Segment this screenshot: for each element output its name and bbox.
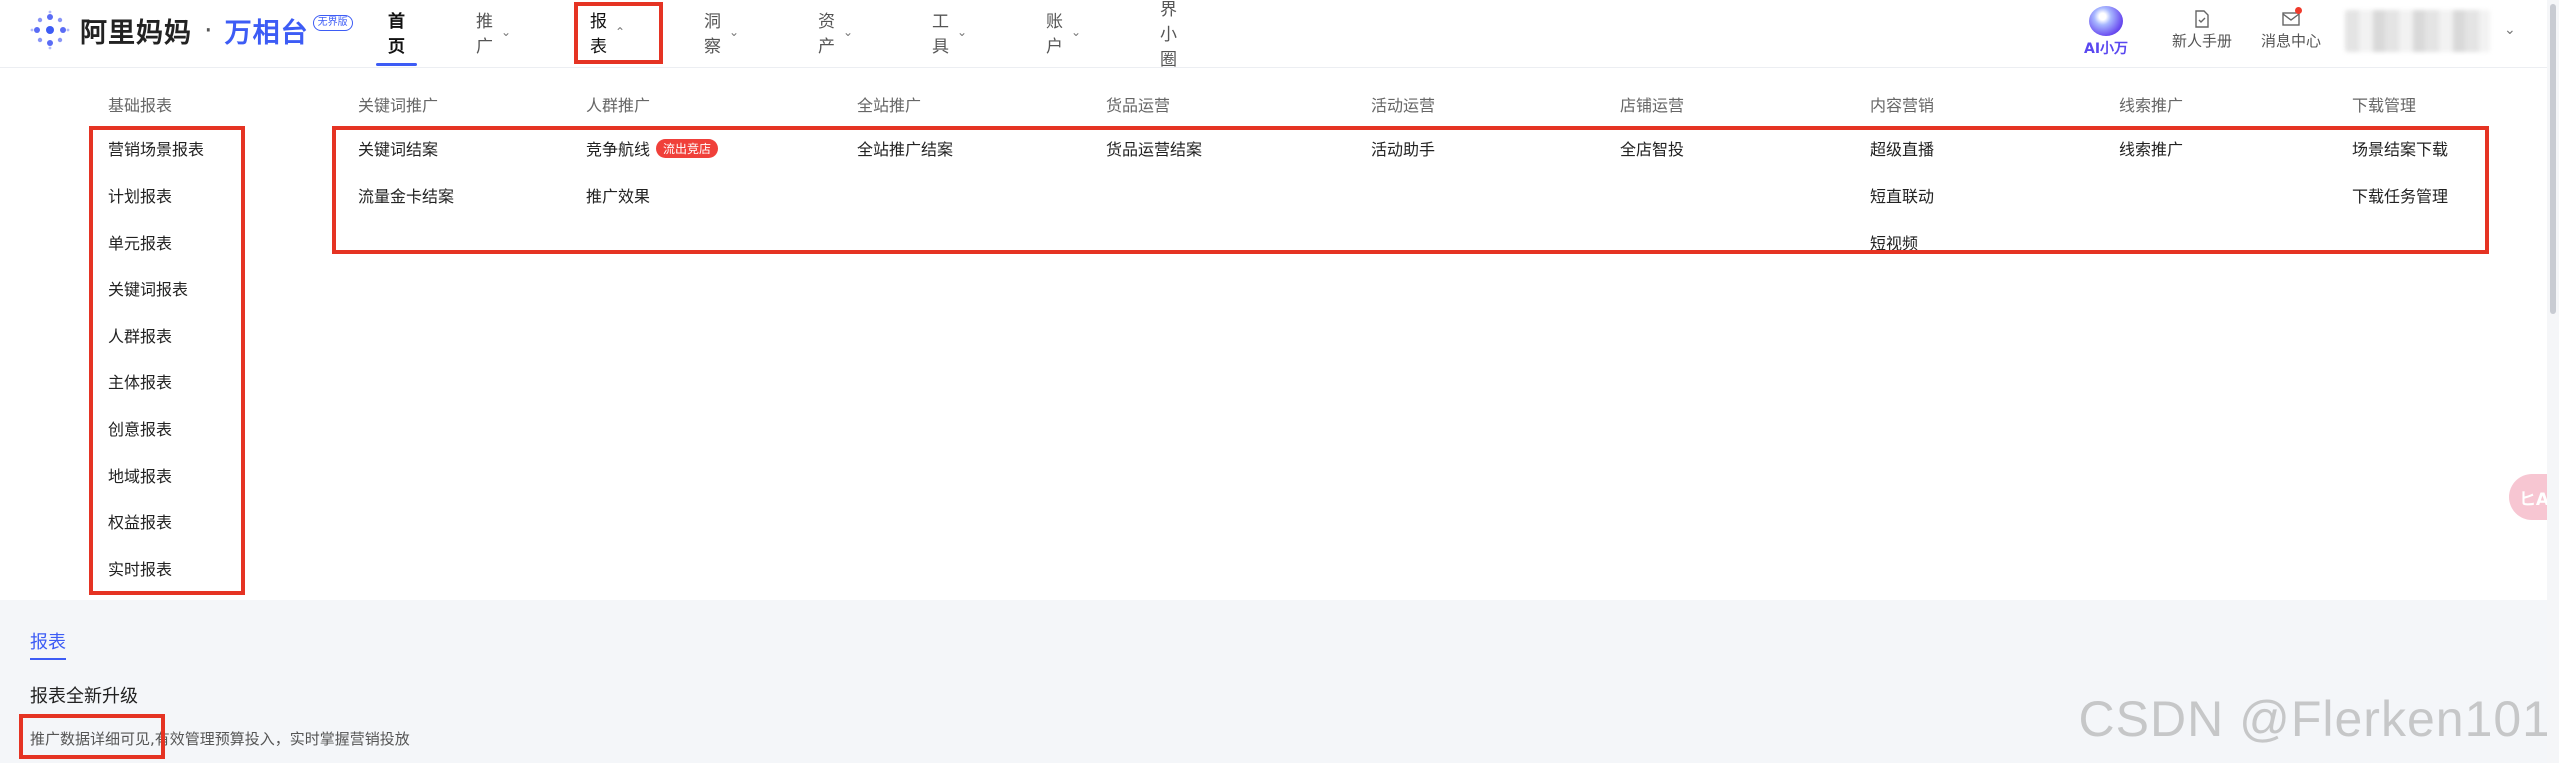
reports-highlight-box	[574, 2, 663, 64]
edition-badge: 无界版	[312, 15, 353, 31]
nav-circle-label: 界小圈	[1160, 0, 1177, 70]
brand-name: 阿里妈妈	[80, 17, 192, 49]
tab-indicator	[30, 658, 66, 660]
document-icon	[2191, 8, 2213, 30]
column-header-keyword: 关键词推广	[358, 96, 439, 115]
column-header-site: 全站推广	[857, 96, 922, 115]
message-center-button[interactable]: 消息中心	[2261, 7, 2322, 51]
ai-orb-icon	[2089, 6, 2124, 36]
chevron-down-icon[interactable]: ⌄	[2504, 22, 2516, 38]
column-header-leads: 线索推广	[2119, 96, 2184, 115]
tab-reports[interactable]: 报表	[30, 628, 66, 654]
column-header-content: 内容营销	[1870, 96, 1935, 115]
nav-account[interactable]: 账户 ⌄	[1046, 0, 1081, 64]
nav-promotion[interactable]: 推广 ⌄	[476, 0, 511, 64]
nav-insight-label: 洞察	[704, 12, 721, 57]
chevron-down-icon: ⌄	[957, 25, 968, 39]
message-center-label: 消息中心	[2261, 32, 2322, 50]
nav-assets-label: 资产	[818, 12, 835, 57]
chevron-down-icon: ⌄	[501, 25, 512, 39]
watermark: CSDN @Flerken101	[2078, 691, 2551, 747]
newbie-manual-label: 新人手册	[2172, 32, 2233, 50]
translate-icon: ヒA	[2518, 489, 2550, 510]
column-header-basic: 基础报表	[108, 96, 173, 115]
nav-home-label: 首页	[388, 12, 405, 57]
chevron-down-icon: ⌄	[843, 25, 854, 39]
nav-home[interactable]: 首页	[376, 0, 417, 66]
alimama-logo-icon	[30, 10, 70, 50]
nav-account-label: 账户	[1046, 12, 1063, 57]
ai-assistant-label: AI小万	[2084, 41, 2129, 57]
nav-insight[interactable]: 洞察 ⌄	[704, 0, 739, 64]
page-title: 报表全新升级	[30, 686, 138, 707]
column-header-store: 店铺运营	[1620, 96, 1685, 115]
column-header-activity: 活动运营	[1371, 96, 1436, 115]
reports-dropdown-panel: 基础报表 营销场景报表 计划报表 单元报表 关键词报表 人群报表 主体报表 创意…	[0, 70, 2547, 600]
nav-tools[interactable]: 工具 ⌄	[932, 0, 967, 64]
nav-tools-label: 工具	[932, 12, 949, 57]
category-reports-highlight-box	[332, 126, 2489, 254]
brand-separator: ·	[204, 14, 213, 46]
mail-icon	[2280, 7, 2302, 30]
newbie-manual-button[interactable]: 新人手册	[2172, 8, 2232, 51]
nav-assets[interactable]: 资产 ⌄	[818, 0, 853, 64]
top-header: 阿里妈妈 · 万相台 无界版 首页 推广 ⌄ 报表 ⌃ 洞察 ⌄ 资产 ⌄ 工具…	[0, 0, 2559, 70]
nav-circle[interactable]: 界小圈	[1160, 0, 1177, 70]
chevron-down-icon: ⌄	[729, 25, 740, 39]
column-header-goods: 货品运营	[1106, 96, 1171, 115]
description-rest: 有效管理预算投入，实时掌握营销投放	[154, 730, 410, 748]
nav-promotion-label: 推广	[476, 12, 493, 57]
unread-dot	[2295, 7, 2302, 14]
column-header-downloads: 下载管理	[2352, 96, 2417, 115]
chevron-down-icon: ⌄	[1071, 25, 1082, 39]
basic-reports-highlight-box	[89, 126, 245, 595]
column-header-crowd: 人群推广	[586, 96, 651, 115]
scrollbar-thumb[interactable]	[2550, 4, 2556, 314]
description-highlight-box	[19, 714, 165, 759]
ai-assistant-button[interactable]: AI小万	[2084, 6, 2128, 58]
user-profile-blurred[interactable]	[2345, 10, 2490, 52]
product-name: 万相台	[224, 17, 309, 49]
page-scrollbar[interactable]	[2547, 0, 2559, 763]
active-tab-indicator	[376, 63, 417, 66]
brand-logo[interactable]: 阿里妈妈 · 万相台 无界版	[30, 8, 353, 52]
